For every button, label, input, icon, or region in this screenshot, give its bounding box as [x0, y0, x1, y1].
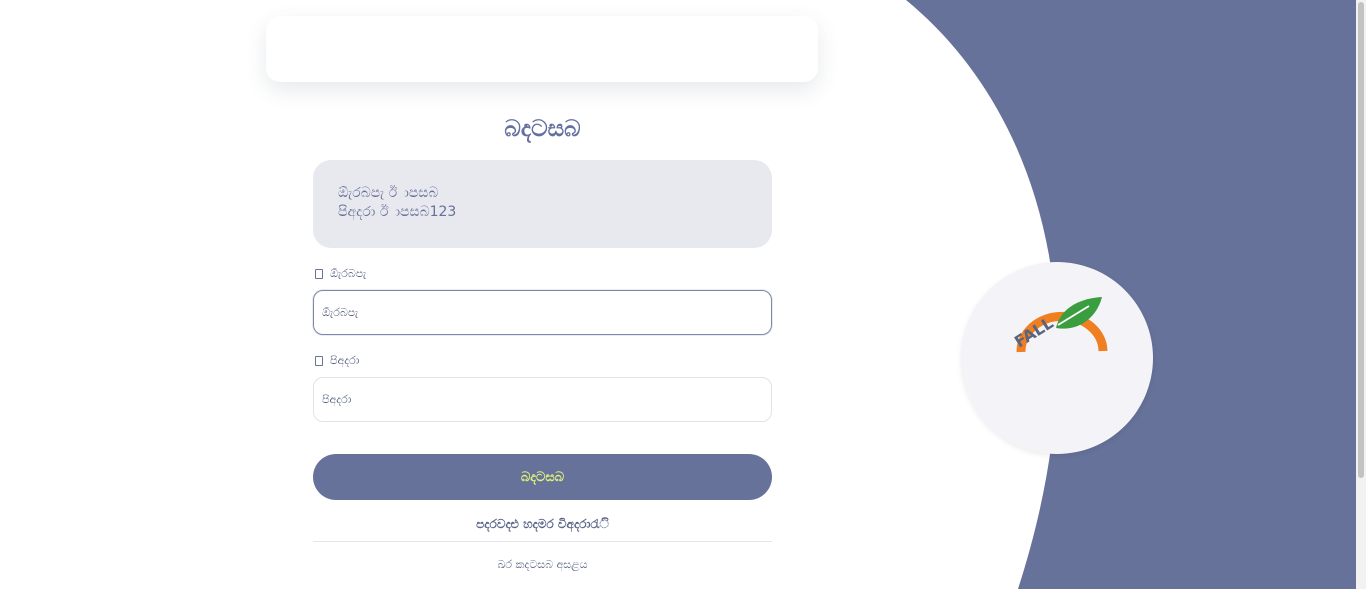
username-label: ඕැරබපැ	[330, 267, 367, 280]
forgot-password-link[interactable]: පදරවදළු හදමර විඅදරාරැි	[313, 516, 772, 533]
register-link[interactable]: ඛර කදටසබ අසළය	[313, 558, 772, 573]
user-icon	[315, 269, 323, 279]
scrollbar-thumb[interactable]	[1358, 2, 1364, 478]
logo: FALL	[961, 262, 1153, 454]
lock-icon	[315, 356, 323, 366]
divider	[313, 541, 772, 542]
hint-line-username: ඕැරබපැ ඊ ාපසබ	[338, 185, 439, 201]
password-input[interactable]	[313, 377, 772, 422]
hint-line-password: පිඅදරා ඊ ාපසබ123	[338, 204, 457, 220]
login-button[interactable]: බදටසබ	[313, 454, 772, 500]
header-card	[266, 16, 818, 82]
username-input[interactable]	[313, 290, 772, 335]
login-form: බදටසබ ඕැරබපැ ඊ ාපසබ පිඅදරා ඊ ාපසබ123 ඕැර…	[313, 110, 772, 573]
scrollbar[interactable]	[1356, 0, 1366, 589]
username-label-row: ඕැරබපැ	[313, 266, 772, 282]
logo-text: FALL	[1011, 313, 1057, 351]
password-label: පිඅදරා	[330, 354, 360, 367]
password-label-row: පිඅදරා	[313, 353, 772, 369]
fruit-leaf-logo-icon: FALL	[1011, 297, 1108, 353]
credentials-hint: ඕැරබපැ ඊ ාපසබ පිඅදරා ඊ ාපසබ123	[313, 160, 772, 248]
page-title: බදටසබ	[504, 116, 581, 142]
